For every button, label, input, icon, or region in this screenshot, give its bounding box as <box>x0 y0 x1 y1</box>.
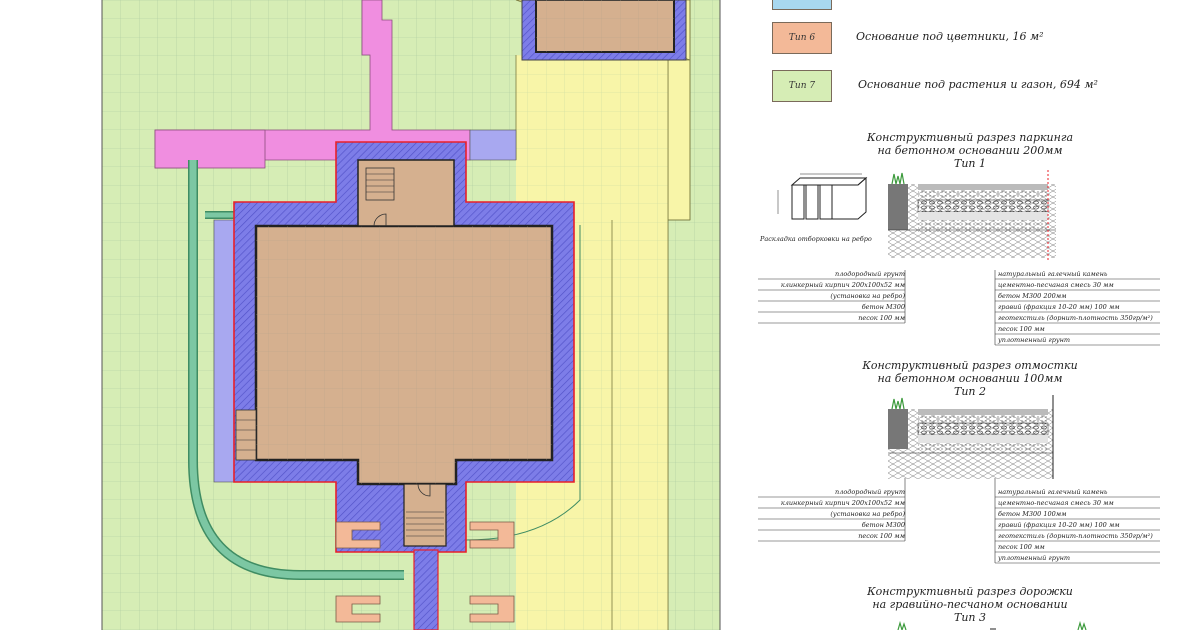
porch-bottom <box>403 483 447 547</box>
section2-title-line1: Конструктивный разрез отмостки <box>862 359 1078 372</box>
section3-title: Конструктивный разрез дорожки на гравийн… <box>850 585 1090 624</box>
section2-title: Конструктивный разрез отмостки на бетонн… <box>850 359 1090 398</box>
legend-swatch-type6: Тип 6 <box>772 22 832 54</box>
legend-tag-type7: Тип 7 <box>788 81 816 91</box>
section3-drawing-stub <box>897 620 1087 630</box>
section2-leader-lines <box>758 478 1160 564</box>
section1-title-line2: на бетонном основании 200мм <box>877 144 1063 157</box>
section1-title-line1: Конструктивный разрез паркинга <box>866 131 1073 144</box>
brick-caption: Раскладка отборковки на ребро <box>760 235 872 243</box>
section1-drawing <box>888 170 1058 260</box>
legend-panel: Тип 6 Основание под цветники, 16 м² Тип … <box>740 0 1200 630</box>
legend-tag-type6: Тип 6 <box>788 33 816 43</box>
section1-title: Конструктивный разрез паркинга на бетонн… <box>850 131 1090 170</box>
legend-swatch-top <box>772 0 832 10</box>
brick-layout-sketch <box>777 173 868 220</box>
legend-swatch-type7: Тип 7 <box>772 70 832 102</box>
section3-title-line2: на гравийно-песчаном основании <box>872 598 1068 611</box>
section3-title-line1: Конструктивный разрез дорожки <box>867 585 1073 598</box>
legend-text-type7: Основание под растения и газон, 694 м² <box>858 78 1098 91</box>
section2-title-line2: на бетонном основании 100мм <box>877 372 1063 385</box>
site-plan <box>0 0 740 630</box>
legend-text-type6: Основание под цветники, 16 м² <box>856 30 1044 43</box>
section2-drawing <box>888 395 1054 479</box>
section1-title-line3: Тип 1 <box>953 157 986 170</box>
section1-leader-lines <box>758 270 1160 346</box>
